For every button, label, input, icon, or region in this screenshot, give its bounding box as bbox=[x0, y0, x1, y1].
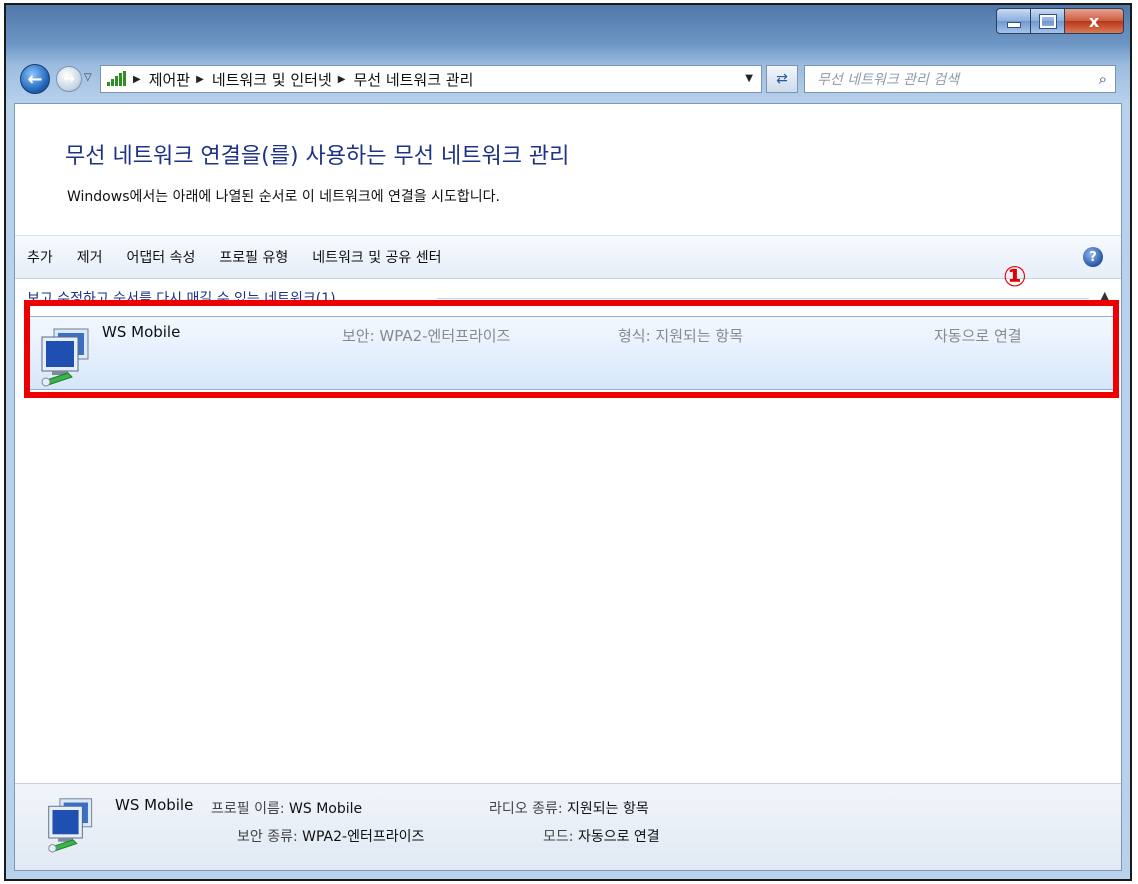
help-icon[interactable]: ? bbox=[1083, 247, 1103, 267]
details-mode: 모드: 자동으로 연결 bbox=[543, 826, 660, 846]
main-content: 무선 네트워크 연결을(를) 사용하는 무선 네트워크 관리 Windows에서… bbox=[14, 103, 1122, 871]
arrow-left-icon: ← bbox=[27, 68, 43, 90]
network-signal-icon bbox=[105, 71, 127, 87]
radio-type-label: 라디오 종류: bbox=[489, 801, 563, 817]
annotation-highlight-box bbox=[24, 300, 1119, 398]
arrow-right-icon: → bbox=[63, 71, 75, 87]
navigation-bar: ← → ▽ ▶ 제어판 ▶ 네트워크 및 인터넷 ▶ 무선 네트워크 관리 ▼ … bbox=[16, 63, 1120, 95]
chevron-right-icon: ▶ bbox=[133, 73, 141, 85]
help-glyph: ? bbox=[1089, 249, 1097, 265]
chevron-right-icon: ▶ bbox=[196, 73, 204, 85]
profile-name-value: WS Mobile bbox=[289, 801, 363, 817]
breadcrumb-control-panel[interactable]: 제어판 bbox=[149, 69, 190, 90]
profile-name-label: 프로필 이름: bbox=[211, 801, 285, 817]
close-icon: x bbox=[1088, 11, 1100, 31]
annotation-marker: ① bbox=[1003, 260, 1027, 293]
close-button[interactable]: x bbox=[1064, 8, 1124, 34]
address-bar[interactable]: ▶ 제어판 ▶ 네트워크 및 인터넷 ▶ 무선 네트워크 관리 ▼ bbox=[100, 65, 762, 93]
details-radio-type: 라디오 종류: 지원되는 항목 bbox=[489, 798, 649, 818]
minimize-icon bbox=[1006, 22, 1021, 28]
add-button[interactable]: 추가 bbox=[27, 247, 53, 267]
breadcrumb-manage-wireless[interactable]: 무선 네트워크 관리 bbox=[353, 69, 473, 90]
details-security-type: 보안 종류: WPA2-엔터프라이즈 bbox=[237, 826, 424, 846]
recent-pages-dropdown[interactable]: ▽ bbox=[84, 72, 92, 83]
chevron-right-icon: ▶ bbox=[337, 73, 346, 85]
page-description: Windows에서는 아래에 나열된 순서로 이 네트워크에 연결을 시도합니다… bbox=[67, 189, 500, 205]
maximize-button[interactable] bbox=[1030, 8, 1064, 34]
group-divider bbox=[437, 298, 1089, 299]
page-title: 무선 네트워크 연결을(를) 사용하는 무선 네트워크 관리 bbox=[65, 144, 570, 169]
window-controls: x bbox=[996, 8, 1124, 34]
mode-label: 모드: bbox=[543, 829, 574, 845]
mode-value: 자동으로 연결 bbox=[577, 829, 660, 845]
wireless-network-icon bbox=[48, 798, 93, 853]
title-bar: x bbox=[6, 5, 1130, 55]
security-type-label: 보안 종류: bbox=[237, 829, 298, 845]
network-sharing-center-button[interactable]: 네트워크 및 공유 센터 bbox=[312, 247, 441, 267]
explorer-window: x ← → ▽ ▶ 제어판 ▶ 네트워크 및 인터넷 ▶ 무선 네트워크 관리 … bbox=[4, 3, 1132, 881]
forward-button[interactable]: → bbox=[56, 66, 82, 92]
search-icon[interactable]: ⌕ bbox=[1099, 70, 1107, 88]
security-type-value: WPA2-엔터프라이즈 bbox=[302, 829, 425, 845]
breadcrumb: ▶ 제어판 ▶ 네트워크 및 인터넷 ▶ 무선 네트워크 관리 bbox=[127, 69, 473, 90]
search-input[interactable]: 무선 네트워크 관리 검색 ⌕ bbox=[804, 65, 1116, 93]
back-button[interactable]: ← bbox=[20, 64, 50, 94]
refresh-icon: ⇄ bbox=[776, 71, 788, 87]
minimize-button[interactable] bbox=[996, 8, 1030, 34]
radio-type-value: 지원되는 항목 bbox=[567, 801, 649, 817]
details-network-name: WS Mobile bbox=[115, 796, 194, 814]
maximize-icon bbox=[1039, 14, 1056, 28]
details-pane: WS Mobile 프로필 이름: WS Mobile 보안 종류: WPA2-… bbox=[15, 783, 1121, 870]
details-profile-name: 프로필 이름: WS Mobile bbox=[211, 798, 362, 818]
chevron-down-icon[interactable]: ▼ bbox=[745, 73, 753, 84]
command-bar: 추가 제거 어댑터 속성 프로필 유형 네트워크 및 공유 센터 ? bbox=[15, 235, 1121, 279]
refresh-button[interactable]: ⇄ bbox=[766, 65, 798, 93]
breadcrumb-network-internet[interactable]: 네트워크 및 인터넷 bbox=[212, 69, 332, 90]
remove-button[interactable]: 제거 bbox=[77, 247, 103, 267]
adapter-properties-button[interactable]: 어댑터 속성 bbox=[127, 247, 196, 267]
search-placeholder: 무선 네트워크 관리 검색 bbox=[817, 72, 960, 88]
profile-type-button[interactable]: 프로필 유형 bbox=[219, 247, 288, 267]
